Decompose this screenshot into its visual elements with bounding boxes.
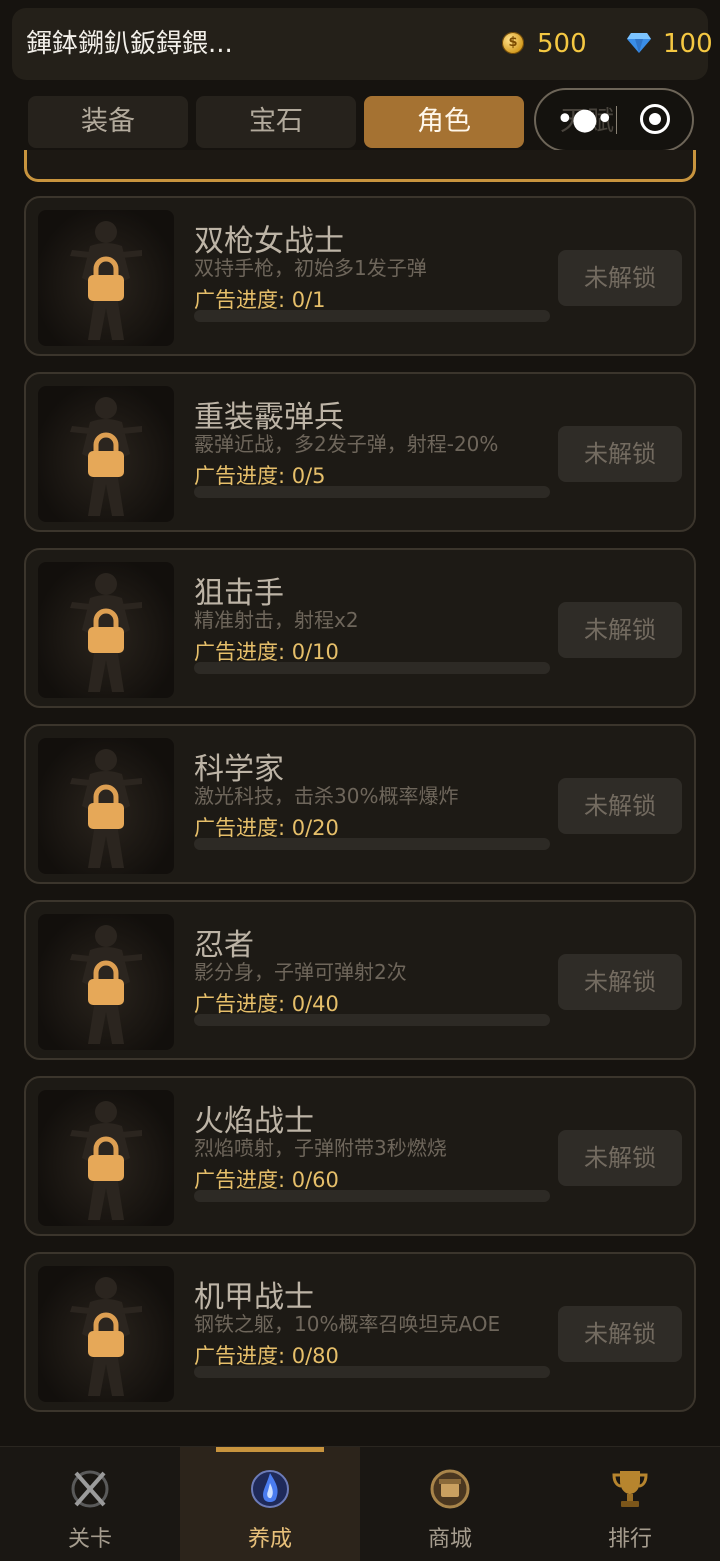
character-description: 双持手枪，初始多1发子弹 <box>194 256 427 280</box>
lock-icon <box>88 784 124 829</box>
ad-progress-bar <box>194 662 550 674</box>
mini-program-capsule: •●• <box>534 88 694 152</box>
ad-progress-bar <box>194 1014 550 1026</box>
tab-gems[interactable]: 宝石 <box>196 96 356 148</box>
tab-characters[interactable]: 角色 <box>364 96 524 148</box>
lock-icon <box>88 432 124 477</box>
character-description: 激光科技，击杀30%概率爆炸 <box>194 784 459 808</box>
tab-equipment[interactable]: 装备 <box>28 96 188 148</box>
trophy-icon <box>612 1471 648 1507</box>
character-portrait <box>38 562 174 698</box>
coin-count: 500 <box>537 29 587 59</box>
character-portrait <box>38 386 174 522</box>
locked-button[interactable]: 未解锁 <box>558 1130 682 1186</box>
locked-button[interactable]: 未解锁 <box>558 602 682 658</box>
character-portrait <box>38 914 174 1050</box>
ad-progress-bar <box>194 838 550 850</box>
lock-icon <box>88 1136 124 1181</box>
nav-label: 商城 <box>427 1527 472 1552</box>
blue-flame-icon <box>251 1470 289 1508</box>
target-close-icon[interactable] <box>640 104 670 134</box>
character-card[interactable]: 机甲战士 钢铁之躯，10%概率召唤坦克AOE 广告进度: 0/80 未解锁 <box>24 1252 696 1412</box>
character-portrait <box>38 1266 174 1402</box>
lock-icon <box>88 256 124 301</box>
ad-progress-bar <box>194 1366 550 1378</box>
diamond-icon <box>627 33 651 53</box>
top-status-bar: 鍕鉢鎙釟鈑鍀鍡... $ 500 100 <box>12 8 713 80</box>
character-portrait <box>38 1090 174 1226</box>
more-dots-icon[interactable]: •●• <box>556 90 614 150</box>
ad-progress-bar <box>194 1190 550 1202</box>
locked-button[interactable]: 未解锁 <box>558 250 682 306</box>
gem-count: 100 <box>663 29 713 59</box>
nav-levels[interactable]: 关卡 <box>0 1447 180 1561</box>
lock-icon <box>88 960 124 1005</box>
character-description: 霰弹近战，多2发子弹，射程-20% <box>194 432 499 456</box>
character-card[interactable]: 重装霰弹兵 霰弹近战，多2发子弹，射程-20% 广告进度: 0/5 未解锁 <box>24 372 696 532</box>
ad-progress-bar <box>194 486 550 498</box>
character-description: 精准射击，射程x2 <box>194 608 359 632</box>
character-card[interactable]: 火焰战士 烈焰喷射，子弹附带3秒燃烧 广告进度: 0/60 未解锁 <box>24 1076 696 1236</box>
game-title: 鍕鉢鎙釟鈑鍀鍡... <box>26 29 233 59</box>
nav-label: 排行 <box>607 1527 652 1552</box>
ad-progress-bar <box>194 310 550 322</box>
section-frame-edge <box>24 150 696 182</box>
character-card[interactable]: 双枪女战士 双持手枪，初始多1发子弹 广告进度: 0/1 未解锁 <box>24 196 696 356</box>
character-description: 影分身，子弹可弹射2次 <box>194 960 407 984</box>
nav-ranking[interactable]: 排行 <box>540 1447 720 1561</box>
capsule-divider <box>616 106 617 134</box>
character-description: 钢铁之躯，10%概率召唤坦克AOE <box>194 1312 501 1336</box>
gold-coin-icon: $ <box>502 32 524 54</box>
crossed-swords-icon <box>71 1470 109 1508</box>
character-portrait <box>38 738 174 874</box>
nav-label: 关卡 <box>67 1527 112 1552</box>
nav-shop[interactable]: 商城 <box>360 1447 540 1561</box>
character-card[interactable]: 忍者 影分身，子弹可弹射2次 广告进度: 0/40 未解锁 <box>24 900 696 1060</box>
lock-icon <box>88 608 124 653</box>
character-card[interactable]: 狙击手 精准射击，射程x2 广告进度: 0/10 未解锁 <box>24 548 696 708</box>
bottom-nav: 关卡 养成 商城 排行 <box>0 1446 720 1561</box>
character-portrait <box>38 210 174 346</box>
lock-icon <box>88 1312 124 1357</box>
locked-button[interactable]: 未解锁 <box>558 954 682 1010</box>
nav-develop[interactable]: 养成 <box>180 1447 360 1561</box>
character-card[interactable]: 科学家 激光科技，击杀30%概率爆炸 广告进度: 0/20 未解锁 <box>24 724 696 884</box>
locked-button[interactable]: 未解锁 <box>558 426 682 482</box>
locked-button[interactable]: 未解锁 <box>558 778 682 834</box>
character-description: 烈焰喷射，子弹附带3秒燃烧 <box>194 1136 447 1160</box>
shop-emblem-icon <box>430 1469 470 1509</box>
nav-label: 养成 <box>247 1527 292 1552</box>
locked-button[interactable]: 未解锁 <box>558 1306 682 1362</box>
